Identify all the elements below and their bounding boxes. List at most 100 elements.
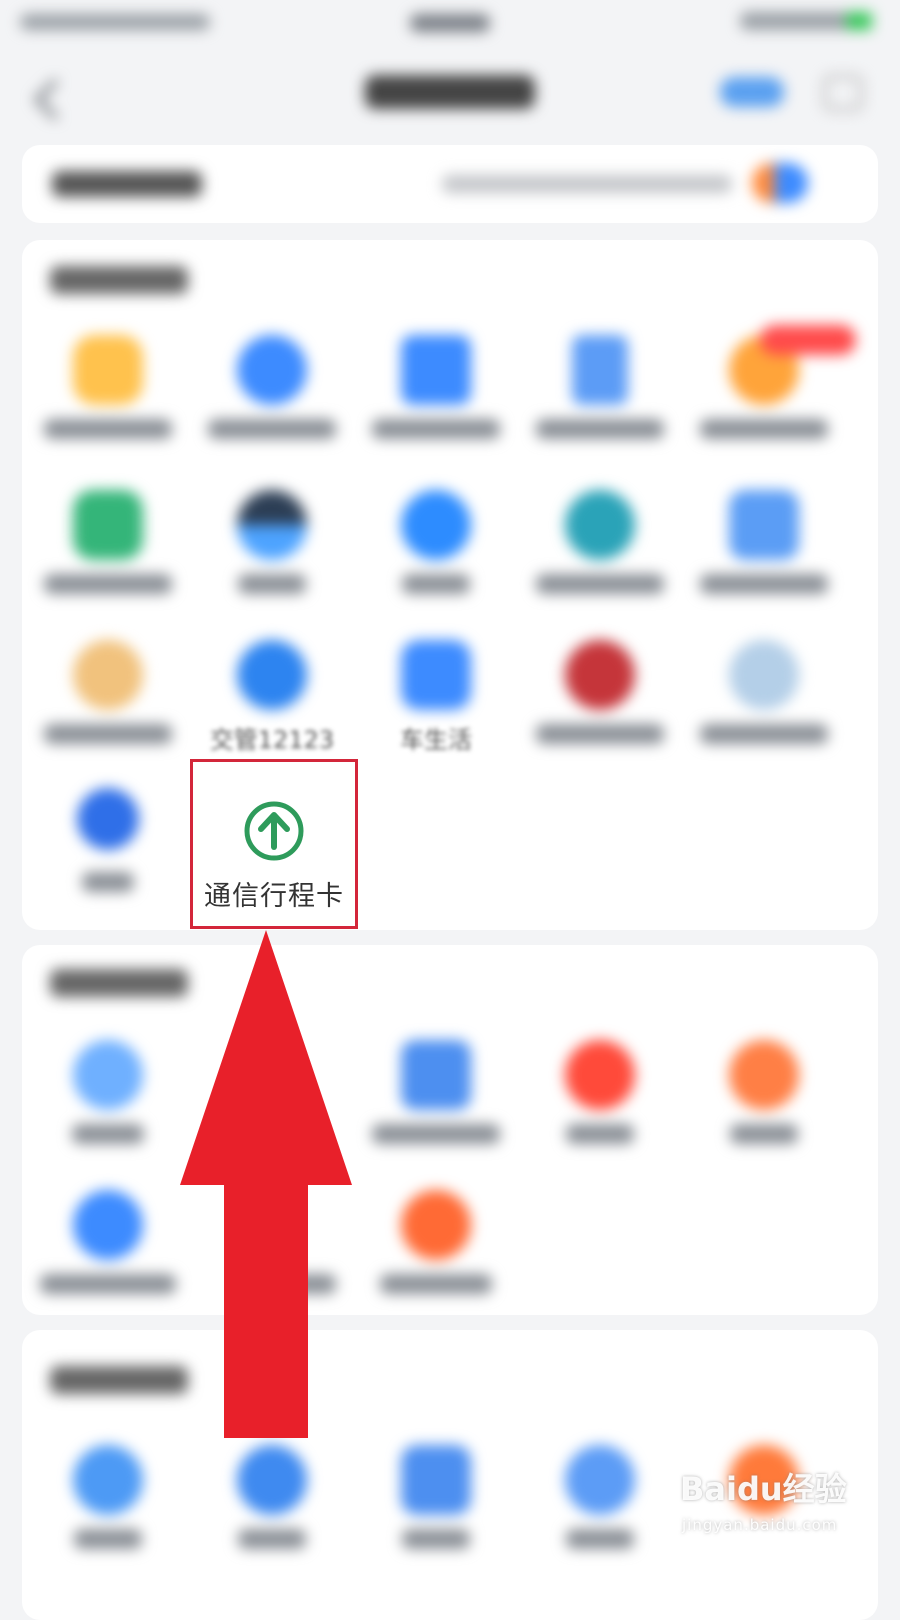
service-icon xyxy=(401,1040,471,1110)
service-item[interactable] xyxy=(678,1040,850,1160)
service-icon xyxy=(565,490,635,560)
service-item[interactable] xyxy=(514,1445,686,1565)
avatar[interactable] xyxy=(752,163,808,203)
service-item[interactable] xyxy=(350,1190,522,1310)
service-icon xyxy=(572,335,628,405)
service-item[interactable] xyxy=(350,490,522,610)
service-item[interactable] xyxy=(22,640,194,760)
service-item[interactable] xyxy=(514,335,686,455)
service-item[interactable] xyxy=(350,1040,522,1160)
service-icon xyxy=(401,490,471,560)
service-item[interactable] xyxy=(350,1445,522,1565)
new-badge xyxy=(760,325,856,355)
service-icon xyxy=(73,1445,143,1515)
service-item[interactable] xyxy=(22,335,194,455)
itinerary-card-item[interactable]: 通信行程卡 xyxy=(190,759,358,929)
service-icon xyxy=(401,1190,471,1260)
carrier-signal xyxy=(20,14,210,30)
section-title xyxy=(50,969,188,997)
page-title xyxy=(365,75,535,109)
service-icon xyxy=(237,1445,307,1515)
service-icon xyxy=(729,1040,799,1110)
service-item[interactable] xyxy=(186,1445,358,1565)
more-menu-icon[interactable] xyxy=(823,75,863,111)
watermark-text: Baidu经验 xyxy=(680,1470,847,1508)
service-icon xyxy=(73,1190,143,1260)
service-icon xyxy=(73,490,143,560)
service-item[interactable] xyxy=(514,490,686,610)
service-item[interactable] xyxy=(186,335,358,455)
baidu-watermark: Baidu经验 jingyan.baidu.com xyxy=(672,1450,872,1565)
service-label xyxy=(72,1124,144,1144)
edit-button[interactable] xyxy=(720,77,784,107)
clock xyxy=(410,14,490,32)
service-item[interactable] xyxy=(22,1190,194,1310)
service-label xyxy=(536,724,664,744)
service-label xyxy=(380,1274,492,1294)
service-icon xyxy=(401,1445,471,1515)
services-card: 交管12123 车生活 xyxy=(22,240,878,930)
service-item[interactable] xyxy=(22,788,194,908)
service-label xyxy=(536,419,664,439)
service-label xyxy=(44,724,172,744)
section-title xyxy=(50,1366,188,1394)
service-icon xyxy=(237,490,307,560)
service-label xyxy=(700,574,828,594)
service-label xyxy=(372,1124,500,1144)
service-item[interactable] xyxy=(22,1445,194,1565)
service-label xyxy=(566,1529,634,1549)
top-card xyxy=(22,145,878,223)
watermark-url: jingyan.baidu.com xyxy=(682,1516,838,1534)
red-up-arrow xyxy=(180,930,352,1438)
status-bar xyxy=(0,0,900,50)
service-icon xyxy=(565,1040,635,1110)
battery-icon xyxy=(846,12,872,30)
arrow-up-circle-icon xyxy=(244,801,304,861)
service-label xyxy=(238,1529,306,1549)
service-item[interactable] xyxy=(514,640,686,760)
service-label xyxy=(700,419,828,439)
hint-text xyxy=(442,175,732,193)
service-label xyxy=(238,574,306,594)
service-icon xyxy=(73,335,143,405)
service-label xyxy=(372,419,500,439)
service-label xyxy=(82,872,134,892)
service-label xyxy=(700,724,828,744)
service-item[interactable] xyxy=(22,1040,194,1160)
service-item[interactable] xyxy=(350,335,522,455)
service-item[interactable] xyxy=(678,490,850,610)
service-item[interactable] xyxy=(678,640,850,760)
service-item[interactable] xyxy=(514,1040,686,1160)
service-label-traffic-police: 交管12123 xyxy=(209,726,335,754)
my-services-card xyxy=(22,945,878,1315)
service-label xyxy=(402,1529,470,1549)
itinerary-card-label: 通信行程卡 xyxy=(204,881,344,912)
service-label xyxy=(44,574,172,594)
service-icon xyxy=(565,640,635,710)
service-icon xyxy=(73,1040,143,1110)
service-label xyxy=(44,419,172,439)
service-icon xyxy=(73,640,143,710)
service-label xyxy=(536,574,664,594)
service-icon xyxy=(401,335,471,405)
service-item[interactable] xyxy=(186,490,358,610)
service-icon xyxy=(565,1445,635,1515)
service-label xyxy=(402,574,470,594)
service-icon xyxy=(77,788,139,850)
section-title xyxy=(50,266,188,294)
service-label xyxy=(730,1124,798,1144)
service-item[interactable] xyxy=(678,325,856,455)
back-arrow-icon[interactable] xyxy=(33,78,76,121)
service-item[interactable] xyxy=(22,490,194,610)
service-icon xyxy=(729,490,799,560)
city-selector-label[interactable] xyxy=(52,171,202,197)
service-icon xyxy=(237,640,307,710)
service-icon xyxy=(729,640,799,710)
service-label xyxy=(74,1529,142,1549)
nav-bar xyxy=(0,55,900,135)
service-label xyxy=(208,419,336,439)
service-label-car-life: 车生活 xyxy=(400,726,472,754)
car-icon xyxy=(401,640,471,710)
service-label xyxy=(40,1274,176,1294)
service-label xyxy=(566,1124,634,1144)
